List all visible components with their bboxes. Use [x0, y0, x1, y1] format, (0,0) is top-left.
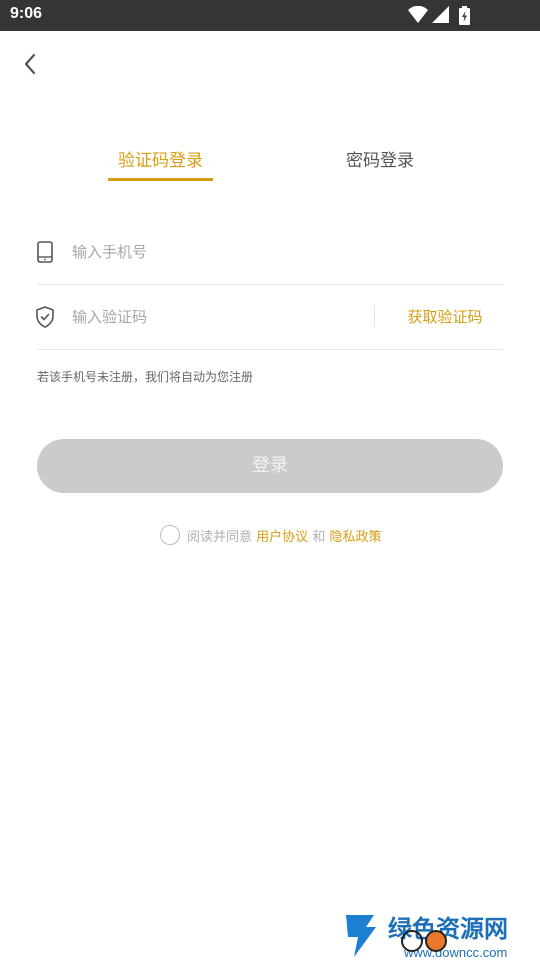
login-screen: 9:06 验证码登录 密码登录 输入手机号 输入验证码 获取验证码 若该手机号未… — [0, 0, 540, 960]
watermark-mark — [346, 915, 376, 957]
battery-icon — [459, 6, 470, 25]
chevron-left-icon — [24, 53, 36, 75]
get-code-button[interactable]: 获取验证码 — [390, 306, 500, 328]
user-agreement-link[interactable]: 用户协议 — [256, 530, 308, 545]
code-separator — [374, 305, 375, 327]
login-button[interactable]: 登录 — [37, 439, 503, 493]
agreement-conjunction: 和 — [312, 530, 326, 545]
agreement-text: 阅读并同意 用户协议 和 隐私政策 — [187, 526, 381, 545]
phone-divider — [37, 284, 503, 285]
back-button[interactable] — [16, 50, 44, 78]
phone-icon — [37, 241, 53, 263]
tab-password-login[interactable]: 密码登录 — [320, 146, 440, 182]
tab-sms-login[interactable]: 验证码登录 — [108, 146, 213, 182]
auto-register-hint: 若该手机号未注册，我们将自动为您注册 — [37, 370, 254, 384]
watermark-brand: 绿色资源网 — [388, 915, 508, 943]
agreement-prefix: 阅读并同意 — [187, 530, 253, 545]
verification-code-input[interactable] — [72, 302, 362, 332]
code-divider — [37, 349, 503, 350]
phone-input[interactable] — [72, 237, 472, 267]
wifi-icon — [408, 6, 428, 23]
shield-check-icon — [36, 306, 54, 328]
privacy-policy-link[interactable]: 隐私政策 — [329, 530, 381, 545]
signal-icon — [432, 6, 449, 23]
agreement-checkbox[interactable] — [160, 525, 180, 545]
status-bar: 9:06 — [0, 0, 540, 31]
watermark-logo: 绿色资源网 www.downcc.com — [346, 915, 508, 960]
active-tab-indicator — [108, 178, 213, 181]
status-time: 9:06 — [10, 5, 43, 22]
